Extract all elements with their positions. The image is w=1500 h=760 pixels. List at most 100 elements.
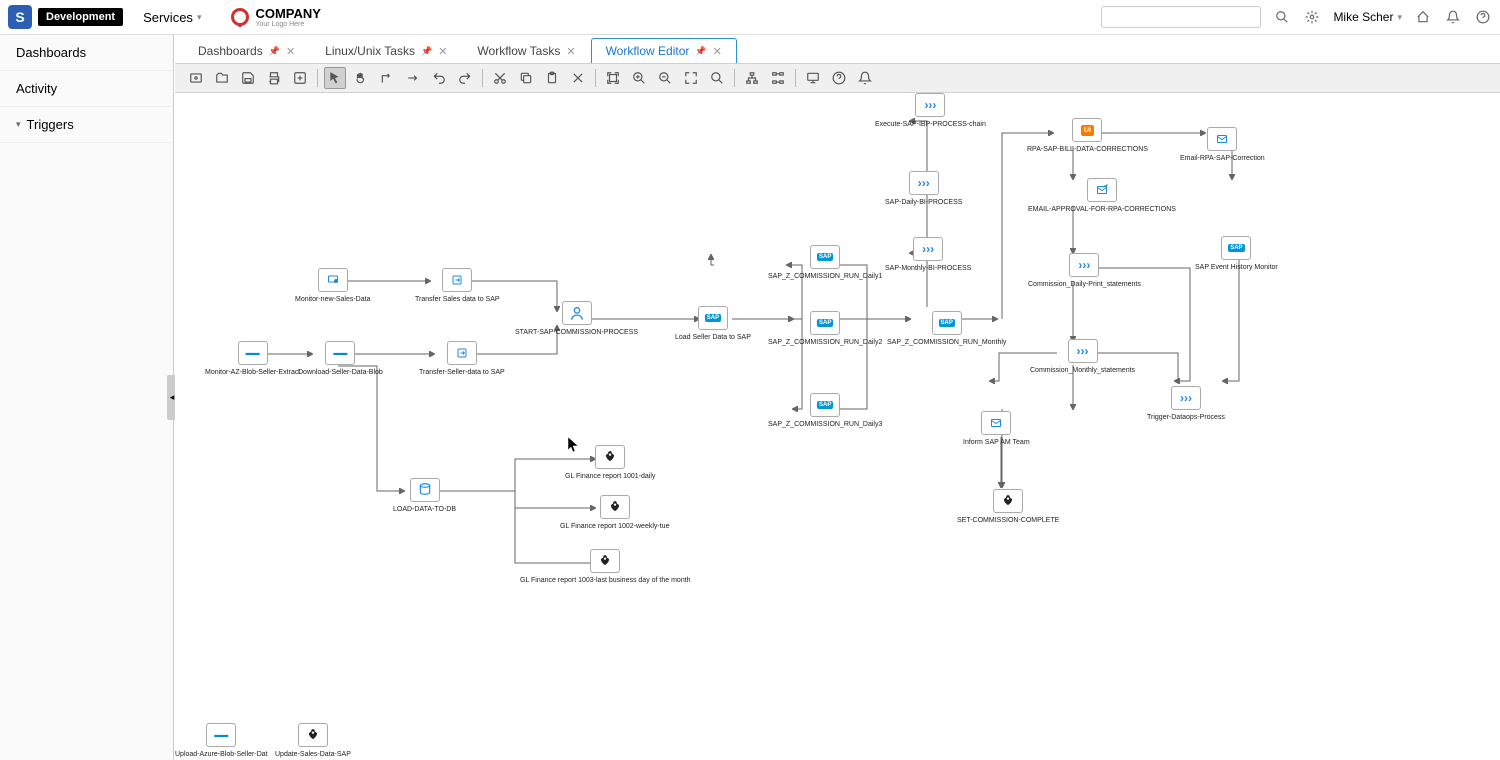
chevron-down-icon: ▾ [16,119,21,130]
node-rpa-bill-corrections[interactable]: Ui RPA-SAP-BILL-DATA-CORRECTIONS [1027,118,1148,153]
sidebar-item-activity[interactable]: Activity [0,71,173,107]
services-label: Services [143,10,193,25]
close-icon[interactable]: ✕ [566,45,575,58]
node-email-approval[interactable]: EMAIL-APPROVAL-FOR-RPA-CORRECTIONS [1028,178,1176,213]
close-icon[interactable]: ✕ [713,45,722,58]
node-transfer-sales[interactable]: Transfer Sales data to SAP [415,268,500,303]
node-email-rpa-correction[interactable]: Email-RPA-SAP-Correction [1180,127,1265,162]
node-label: RPA-SAP-BILL-DATA-CORRECTIONS [1027,146,1148,153]
zoom-out-icon[interactable] [654,67,676,89]
node-load-seller[interactable]: SAP Load Seller Data to SAP [675,306,751,341]
tab-dashboards[interactable]: Dashboards 📌 ✕ [183,38,310,63]
zoom-icon[interactable] [706,67,728,89]
node-gl-1002[interactable]: GL Finance report 1002-weekly-tue [560,495,669,530]
tab-label: Workflow Tasks [477,44,560,58]
node-commission-daily-print[interactable]: ››› Commission_Daily-Print_statements [1028,253,1141,288]
container-icon[interactable] [185,67,207,89]
node-sap-monthly-bi[interactable]: ››› SAP-Monthly-BI-PROCESS [885,237,971,272]
bell-icon[interactable] [1444,8,1462,26]
node-sap-event-history[interactable]: SAP SAP Event History Monitor [1195,236,1278,271]
hand-icon[interactable] [350,67,372,89]
node-monitor-new-sales[interactable]: Monitor-new-Sales-Data [295,268,370,303]
tab-workflow-editor[interactable]: Workflow Editor 📌 ✕ [591,38,737,63]
node-upload-azure[interactable]: ▬▬ Upload-Azure-Blob-Seller-Dat [175,723,268,758]
copy-icon[interactable] [515,67,537,89]
node-label: SAP-Daily-BI-PROCESS [885,199,962,206]
search-icon[interactable] [1273,8,1291,26]
node-label: Monitor-AZ-Blob-Seller-Extract [205,369,300,376]
close-icon[interactable]: ✕ [286,45,295,58]
paste-icon[interactable] [541,67,563,89]
pin-icon[interactable]: 📌 [695,46,706,57]
node-transfer-seller[interactable]: Transfer-Seller-data to SAP [419,341,505,376]
node-label: SAP_Z_COMMISSION_RUN_Monthly [887,339,1006,346]
print-icon[interactable] [263,67,285,89]
fit-icon[interactable] [680,67,702,89]
tab-linux-tasks[interactable]: Linux/Unix Tasks 📌 ✕ [310,38,462,63]
chevron-down-icon: ▾ [197,12,202,23]
node-label: GL Finance report 1001-daily [565,473,655,480]
node-commission-monthly[interactable]: ››› Commission_Monthly_statements [1030,339,1135,374]
node-label: Upload-Azure-Blob-Seller-Dat [175,751,268,758]
add-icon[interactable] [289,67,311,89]
node-sap-run-monthly[interactable]: SAP SAP_Z_COMMISSION_RUN_Monthly [887,311,1006,346]
node-start-sap-commission[interactable]: START-SAP-COMMISSION-PROCESS [515,301,638,336]
undo-icon[interactable] [428,67,450,89]
user-menu[interactable]: Mike Scher ▾ [1333,10,1402,24]
workflow-canvas[interactable]: Monitor-new-Sales-Data Transfer Sales da… [175,93,1500,760]
tab-label: Linux/Unix Tasks [325,44,415,58]
node-sap-run-daily2[interactable]: SAP SAP_Z_COMMISSION_RUN_Daily2 [768,311,882,346]
bell-icon[interactable] [854,67,876,89]
sidebar-item-triggers[interactable]: ▾ Triggers [0,107,173,143]
gear-icon[interactable] [1303,8,1321,26]
chevron-down-icon: ▾ [1397,12,1402,23]
connector-arrow-icon[interactable] [402,67,424,89]
node-label: Inform SAP AM Team [963,439,1030,446]
zoom-in-icon[interactable] [628,67,650,89]
help-icon[interactable] [828,67,850,89]
layout-tree-icon[interactable] [741,67,763,89]
cursor-icon [568,437,580,453]
toolbar-separator [317,69,318,87]
services-menu[interactable]: Services ▾ [143,10,201,25]
node-execute-sap-ibp[interactable]: ››› Execute-SAP-IBP-PROCESS-chain [875,93,986,128]
node-sap-run-daily1[interactable]: SAP SAP_Z_COMMISSION_RUN_Daily1 [768,245,882,280]
node-inform-sap-am[interactable]: Inform SAP AM Team [963,411,1030,446]
node-load-data-db[interactable]: LOAD-DATA-TO-DB [393,478,456,513]
node-sap-daily-bi[interactable]: ››› SAP-Daily-BI-PROCESS [885,171,962,206]
home-icon[interactable] [1414,8,1432,26]
redo-icon[interactable] [454,67,476,89]
layout-grid-icon[interactable] [767,67,789,89]
node-gl-1003[interactable]: GL Finance report 1003-last business day… [520,549,691,584]
pin-icon[interactable]: 📌 [421,46,432,57]
delete-icon[interactable] [567,67,589,89]
pin-icon[interactable]: 📌 [269,46,280,57]
connector-elbow-icon[interactable] [376,67,398,89]
pointer-icon[interactable] [324,67,346,89]
app-logo[interactable]: S [8,5,32,29]
node-label: SET-COMMISSION-COMPLETE [957,517,1059,524]
toolbar-separator [795,69,796,87]
node-download-seller[interactable]: ▬▬ Download-Seller-Data-Blob [298,341,383,376]
node-label: SAP_Z_COMMISSION_RUN_Daily3 [768,421,882,428]
help-icon[interactable] [1474,8,1492,26]
node-label: Update-Sales-Data-SAP [275,751,351,758]
sidebar-item-dashboards[interactable]: Dashboards [0,35,173,71]
node-label: Transfer Sales data to SAP [415,296,500,303]
monitor-icon[interactable] [802,67,824,89]
node-monitor-az-blob[interactable]: ▬▬ Monitor-AZ-Blob-Seller-Extract [205,341,300,376]
cut-icon[interactable] [489,67,511,89]
tab-workflow-tasks[interactable]: Workflow Tasks ✕ [462,38,590,63]
close-icon[interactable]: ✕ [438,45,447,58]
node-update-sales[interactable]: Update-Sales-Data-SAP [275,723,351,758]
search-input[interactable] [1101,6,1261,28]
save-icon[interactable] [237,67,259,89]
folder-icon[interactable] [211,67,233,89]
node-set-commission-complete[interactable]: SET-COMMISSION-COMPLETE [957,489,1059,524]
toolbar-separator [595,69,596,87]
node-trigger-dataops[interactable]: ››› Trigger-Dataops-Process [1147,386,1225,421]
node-label: GL Finance report 1003-last business day… [520,577,691,584]
node-sap-run-daily3[interactable]: SAP SAP_Z_COMMISSION_RUN_Daily3 [768,393,882,428]
node-label: Commission_Daily-Print_statements [1028,281,1141,288]
expand-select-icon[interactable] [602,67,624,89]
